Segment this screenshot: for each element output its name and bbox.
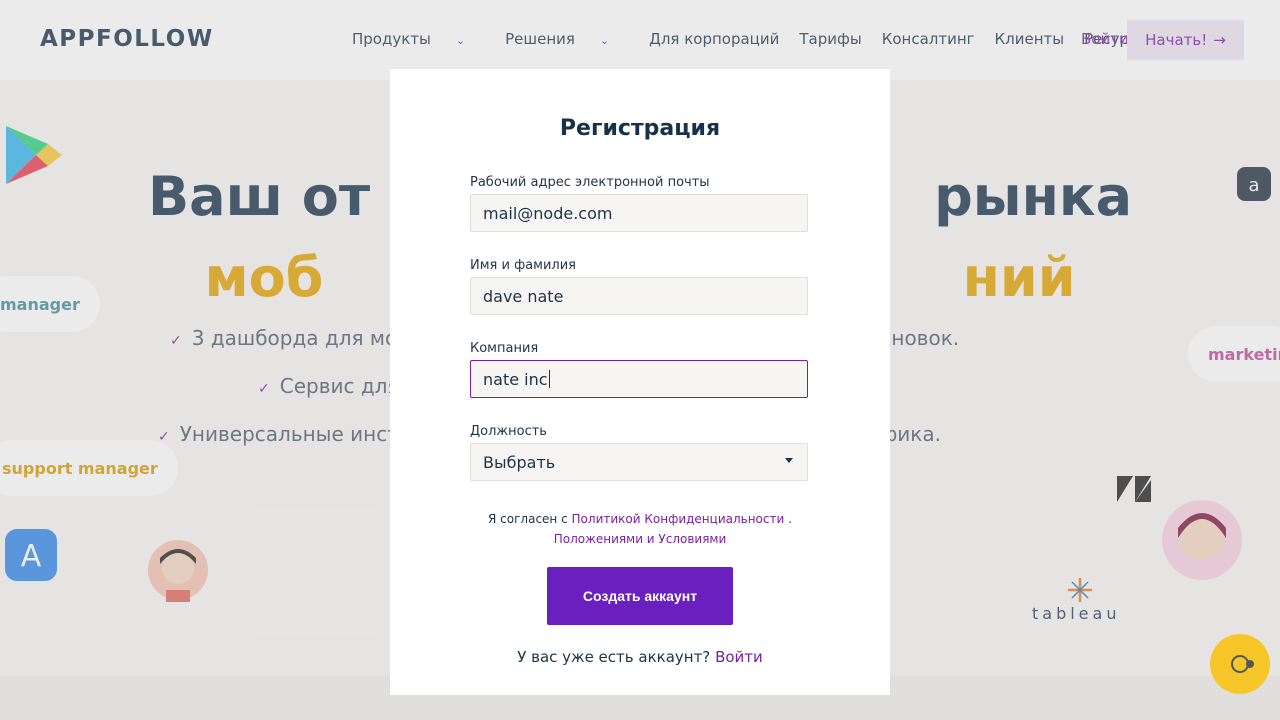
registration-modal: Регистрация Рабочий адрес электронной по… [390,69,890,695]
company-value: nate inc [483,369,548,389]
email-value: mail@node.com [483,203,613,223]
modal-login-link[interactable]: Войти [715,648,763,666]
company-field[interactable]: nate inc [470,360,808,398]
chat-widget-button[interactable] [1210,634,1270,694]
have-account-label: У вас уже есть аккаунт? [517,648,711,666]
terms-text: Я согласен с Политикой Конфиденциальност… [390,509,890,549]
chat-bubble-icon [1231,655,1254,673]
position-value: Выбрать [483,452,556,472]
terms-separator: . [788,512,792,526]
position-select[interactable]: Выбрать [470,443,808,481]
email-label: Рабочий адрес электронной почты [470,175,710,190]
position-label: Должность [470,424,547,439]
modal-title: Регистрация [559,116,721,141]
terms-prefix: Я согласен с [488,512,568,526]
company-label: Компания [470,341,539,356]
privacy-policy-link[interactable]: Политикой Конфиденциальности [572,512,785,526]
have-account-text: У вас уже есть аккаунт? Войти [390,648,890,666]
email-field[interactable]: mail@node.com [470,194,808,232]
terms-conditions-link[interactable]: Положениями и Условиями [554,532,727,546]
name-label: Имя и фамилия [470,258,576,273]
name-field[interactable]: dave nate [470,277,808,315]
name-value: dave nate [483,286,564,306]
dropdown-arrow-icon [785,458,793,463]
text-caret [548,370,550,388]
create-account-button[interactable]: Создать аккаунт [547,567,733,625]
